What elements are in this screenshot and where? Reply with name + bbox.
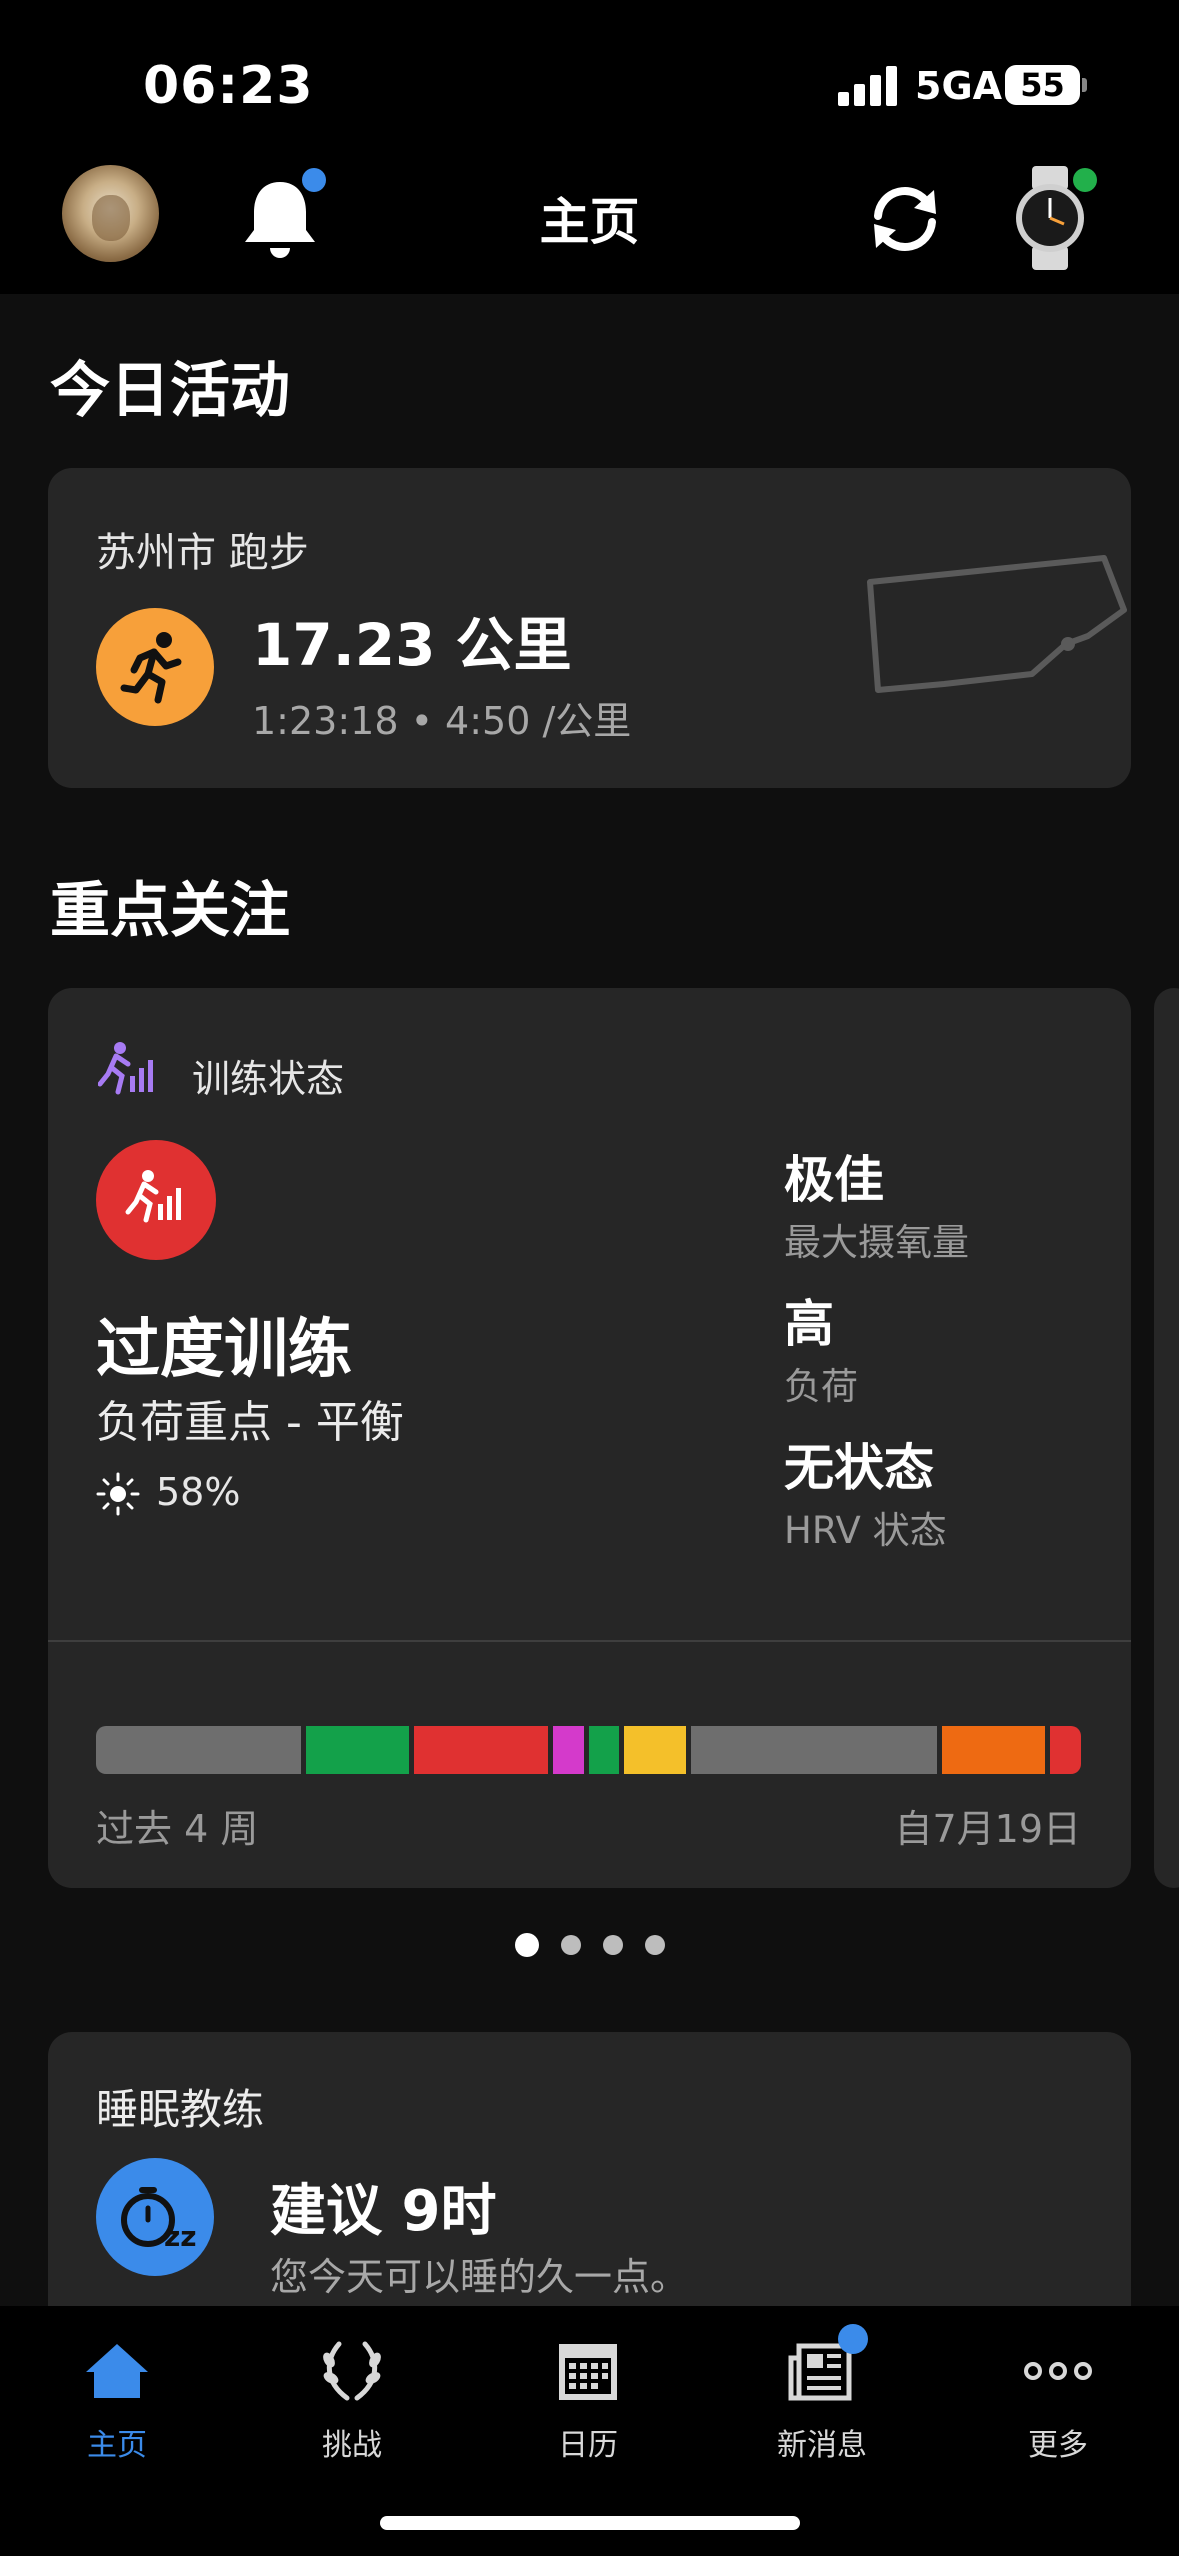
metric-value: 高 <box>784 1295 834 1353</box>
metric-label: 负荷 <box>784 1365 858 1408</box>
training-status-header: 训练状态 <box>192 1057 345 1101</box>
divider <box>48 1640 1131 1642</box>
top-nav: 主页 <box>0 140 1179 294</box>
metric-hrv: 无状态 HRV 状态 <box>784 1428 947 1554</box>
page-title: 主页 <box>539 193 640 251</box>
activity-distance: 17.23 公里 <box>252 611 572 679</box>
training-status-value: 过度训练 <box>96 1313 352 1387</box>
metric-value: 无状态 <box>784 1439 934 1497</box>
pager-dot[interactable] <box>514 1933 539 1957</box>
pager-dot[interactable] <box>602 1935 623 1955</box>
activity-card[interactable]: 苏州市 跑步 17.23 公里 1:23:18 • 4:50 /公里 <box>48 468 1131 788</box>
tab-more[interactable]: 更多 <box>978 2336 1138 2464</box>
history-segment <box>588 1726 620 1774</box>
sleep-icon: zz <box>96 2158 214 2276</box>
history-date-label: 自7月19日 <box>894 1807 1081 1851</box>
history-segment <box>1050 1726 1081 1774</box>
history-segment <box>942 1726 1046 1774</box>
history-segment <box>414 1726 548 1774</box>
activity-details: 1:23:18 • 4:50 /公里 <box>252 699 632 743</box>
sleep-recommendation: 建议 9时 <box>270 2179 497 2244</box>
history-segment <box>552 1726 584 1774</box>
signal-icon <box>838 66 900 106</box>
tab-home[interactable]: 主页 <box>37 2336 197 2464</box>
news-badge <box>838 2324 868 2354</box>
metric-label: 最大摄氧量 <box>784 1221 969 1264</box>
training-status-card[interactable]: 训练状态 过度训练 负荷重点 - 平衡 58% 极佳 最大摄氧量 高 负荷 无状… <box>48 988 1131 1888</box>
sleep-coach-title: 睡眠教练 <box>96 2085 265 2134</box>
clock: 06:23 <box>143 56 314 116</box>
history-segment <box>96 1726 302 1774</box>
load-focus: 负荷重点 - 平衡 <box>96 1397 404 1448</box>
metric-vo2max: 极佳 最大摄氧量 <box>784 1140 969 1266</box>
laurel-icon <box>323 2341 381 2401</box>
training-status-icon <box>98 1042 153 1095</box>
overtraining-icon <box>96 1140 216 1260</box>
history-segment <box>624 1726 686 1774</box>
tab-label: 日历 <box>558 2428 618 2463</box>
metric-value: 极佳 <box>784 1151 884 1209</box>
next-card-peek[interactable] <box>1154 988 1179 1888</box>
acclimation-percent: 58% <box>156 1470 241 1514</box>
tab-news[interactable]: 新消息 <box>742 2336 902 2464</box>
route-map-icon <box>867 555 1127 693</box>
running-icon <box>96 608 214 726</box>
battery-tip <box>1082 78 1087 92</box>
more-icon <box>1024 2362 1092 2380</box>
training-history-bar <box>96 1726 1081 1774</box>
sleep-message: 您今天可以睡的久一点。 <box>270 2255 689 2299</box>
calendar-icon <box>559 2344 617 2400</box>
sun-icon <box>96 1472 140 1516</box>
sync-icon[interactable] <box>864 178 946 260</box>
metric-label: HRV 状态 <box>784 1509 947 1552</box>
tab-label: 新消息 <box>777 2428 867 2463</box>
battery-icon: 55 <box>1005 65 1080 105</box>
network-type: 5GA <box>915 64 1003 108</box>
activity-location: 苏州市 跑步 <box>96 530 309 576</box>
carousel-pager[interactable] <box>0 1933 1179 1957</box>
home-icon <box>86 2344 148 2398</box>
history-segment <box>690 1726 938 1774</box>
history-segment <box>306 1726 410 1774</box>
history-range-label: 过去 4 周 <box>96 1807 259 1851</box>
metric-load: 高 负荷 <box>784 1284 858 1410</box>
tab-calendar[interactable]: 日历 <box>508 2336 668 2464</box>
tab-label: 主页 <box>87 2428 147 2463</box>
pager-dot[interactable] <box>560 1935 581 1955</box>
tab-challenges[interactable]: 挑战 <box>272 2336 432 2464</box>
device-connected-dot <box>1073 168 1097 192</box>
section-title-today: 今日活动 <box>50 356 290 426</box>
pager-dot[interactable] <box>644 1935 665 1955</box>
svg-text:zz: zz <box>164 2220 197 2253</box>
tab-label: 更多 <box>1028 2428 1088 2463</box>
tab-label: 挑战 <box>322 2428 382 2463</box>
section-title-focus: 重点关注 <box>50 876 290 946</box>
home-indicator <box>380 2516 800 2530</box>
